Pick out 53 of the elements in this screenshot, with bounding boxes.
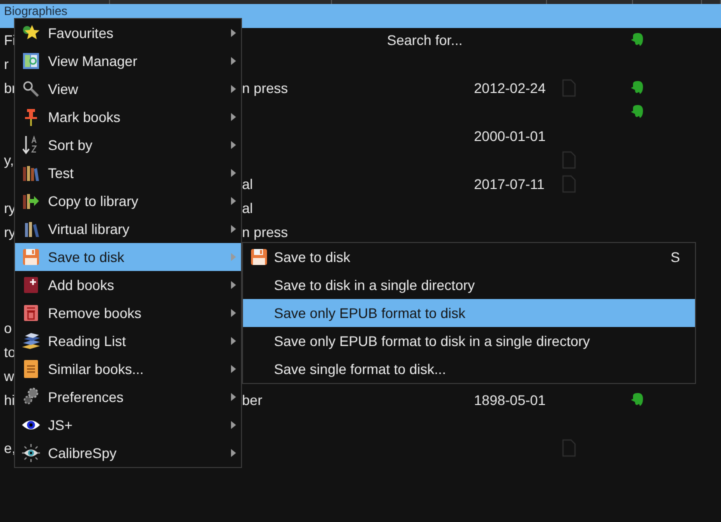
menu-item[interactable]: View xyxy=(15,75,241,103)
table-cell: 2017-07-11 xyxy=(474,176,545,192)
eye-icon xyxy=(21,443,41,463)
menu-item[interactable]: Test xyxy=(15,159,241,187)
menu-item[interactable]: View Manager xyxy=(15,47,241,75)
magnifier-icon xyxy=(22,80,40,98)
table-cell: ber xyxy=(242,392,262,408)
table-cell: 1898-05-01 xyxy=(474,392,546,408)
book-stack-icon xyxy=(21,332,41,350)
menu-item[interactable]: Save only EPUB format to disk in a single directory xyxy=(243,327,695,355)
books-icon xyxy=(22,220,40,238)
eye-icon xyxy=(21,418,41,432)
table-cell: o xyxy=(4,320,12,336)
table-cell: al xyxy=(242,200,253,216)
table-cell: e, xyxy=(4,440,16,456)
window-icon xyxy=(22,52,40,70)
menu-item[interactable]: Save to disk S xyxy=(243,243,695,271)
books-arrow-icon xyxy=(22,192,40,210)
menu-item[interactable]: Reading List xyxy=(15,327,241,355)
book-plus-icon xyxy=(22,276,40,294)
table-cell: al xyxy=(242,176,253,192)
gears-icon xyxy=(22,387,40,407)
table-cell: n press xyxy=(242,80,288,96)
menu-item[interactable]: Virtual library xyxy=(15,215,241,243)
pushpin-icon xyxy=(22,108,40,126)
menu-item[interactable]: Save to disk xyxy=(15,243,241,271)
menu-item[interactable]: Preferences xyxy=(15,383,241,411)
menu-item[interactable]: JS+ xyxy=(15,411,241,439)
books-icon xyxy=(22,164,40,182)
menu-item[interactable]: Save to disk in a single directory xyxy=(243,271,695,299)
table-cell: w xyxy=(4,368,14,384)
menu-item[interactable]: Save only EPUB format to disk xyxy=(243,299,695,327)
table-cell: Search for... xyxy=(387,32,462,48)
table-cell: 2000-01-01 xyxy=(474,128,546,144)
book-icon xyxy=(22,359,40,379)
menu-item[interactable]: Remove books xyxy=(15,299,241,327)
sort-icon xyxy=(22,135,40,155)
menu-item[interactable]: Copy to library xyxy=(15,187,241,215)
table-cell: 2012-02-24 xyxy=(474,80,546,96)
table-cell: Biographies xyxy=(4,5,68,17)
shortcut-key: S xyxy=(670,249,680,265)
trash-icon xyxy=(22,304,40,322)
table-cell: y, xyxy=(4,152,14,168)
menu-item[interactable]: Sort by xyxy=(15,131,241,159)
table-cell: hi xyxy=(4,392,15,408)
menu-item[interactable]: Similar books... xyxy=(15,355,241,383)
table-cell: r xyxy=(4,56,9,72)
menu-item[interactable]: Mark books xyxy=(15,103,241,131)
star-icon xyxy=(22,24,40,42)
table-cell: n press xyxy=(242,224,288,240)
menu-item[interactable]: Save single format to disk... xyxy=(243,355,695,383)
menu-item[interactable]: CalibreSpy xyxy=(15,439,241,467)
menu-item[interactable]: Add books xyxy=(15,271,241,299)
